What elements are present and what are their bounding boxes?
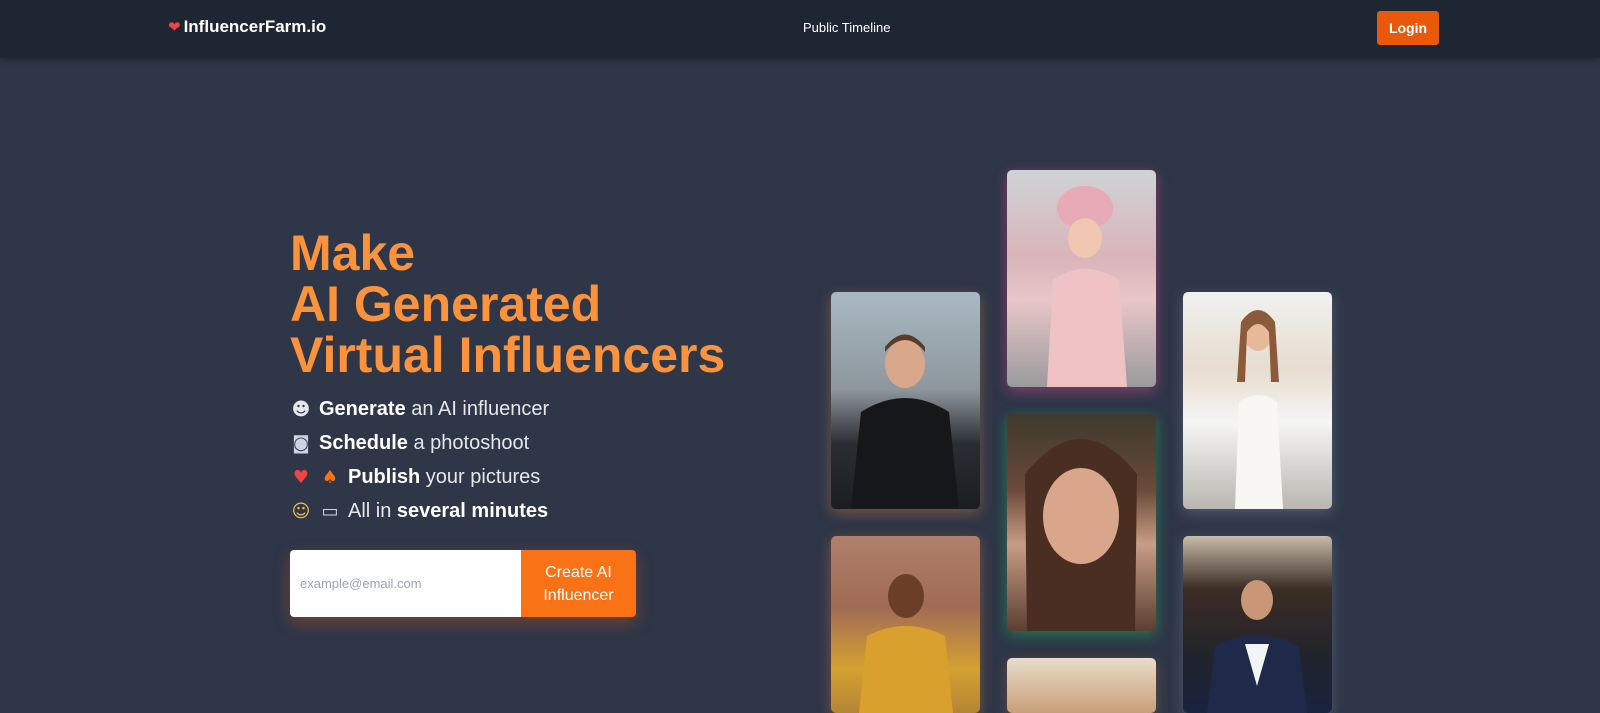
headline-line-1: Make — [290, 228, 416, 281]
photo-figure — [859, 574, 953, 713]
photo-figure — [851, 334, 959, 509]
photo-figure — [1235, 310, 1283, 509]
feature-item-publish: ♥ ♠ Publish your pictures — [290, 460, 549, 494]
woman-pink-coat-photo — [1007, 170, 1156, 387]
photo-figure — [1207, 580, 1307, 713]
brand-name: InfluencerFarm.io — [183, 17, 327, 36]
feature-text: All in several minutes — [348, 500, 548, 523]
photo-figure — [1047, 186, 1127, 387]
public-timeline-link[interactable]: Public Timeline — [803, 20, 890, 35]
top-navbar: ❤ InfluencerFarm.io Public Timeline Logi… — [0, 0, 1600, 58]
feature-rest: an AI influencer — [405, 397, 550, 420]
laptop-icon: ▭ — [321, 500, 339, 522]
feature-text: Publish your pictures — [348, 466, 540, 489]
headline-line-2: AI Generated — [290, 276, 602, 332]
feature-text: Generate an AI influencer — [319, 398, 549, 421]
robot-face-icon: ☻ — [291, 398, 311, 420]
feature-list: ☻ Generate an AI influencer ◙ Schedule a… — [290, 392, 550, 528]
man-navy-blazer-photo — [1183, 536, 1332, 713]
brand-logo-link[interactable]: ❤ InfluencerFarm.io — [168, 17, 326, 37]
feature-rest: your pictures — [420, 465, 541, 488]
boy-face-icon: ☺ — [291, 500, 311, 522]
feature-prefix: All in — [348, 499, 397, 522]
feature-bold: several minutes — [396, 499, 549, 522]
create-ai-influencer-button[interactable]: Create AI Influencer — [521, 550, 636, 617]
feature-bold: Publish — [348, 465, 421, 488]
login-button[interactable]: Login — [1377, 11, 1439, 45]
headline-line-3: Virtual Influencers — [290, 327, 724, 381]
feature-item-minutes: ☺ ▭ All in several minutes — [290, 494, 549, 528]
email-input[interactable] — [290, 550, 521, 617]
feature-rest: a photoshoot — [407, 431, 530, 454]
woman-white-dress-photo — [1183, 292, 1332, 509]
feature-item-schedule: ◙ Schedule a photoshoot — [290, 426, 549, 460]
feature-item-generate: ☻ Generate an AI influencer — [290, 392, 550, 426]
heart-icon: ❤ — [168, 19, 181, 36]
signup-form: Create AI Influencer — [290, 550, 636, 617]
photo-figure — [1025, 439, 1137, 631]
woman-yellow-dress-photo — [831, 536, 980, 713]
red-heart-icon: ♥ — [292, 466, 310, 488]
feature-text: Schedule a photoshoot — [319, 432, 529, 455]
young-man-dark-coat-photo — [831, 292, 980, 509]
camera-icon: ◙ — [292, 432, 310, 454]
hero-headline: Make AI Generated Virtual Influencers — [290, 228, 724, 381]
feature-bold: Schedule — [319, 431, 408, 454]
fire-icon: ♠ — [321, 466, 339, 488]
street-scene-photo — [1007, 658, 1156, 713]
feature-bold: Generate — [319, 397, 406, 420]
woman-portrait-photo — [1007, 414, 1156, 631]
